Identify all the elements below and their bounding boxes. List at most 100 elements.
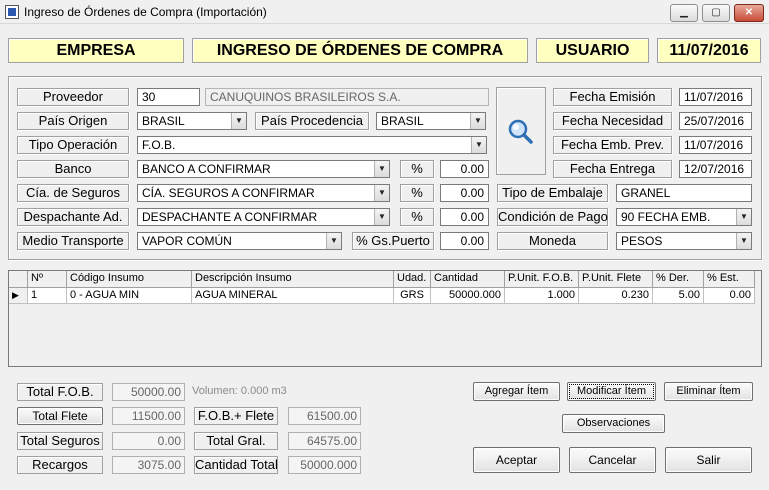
cantidad-total-value: 50000.000 bbox=[288, 456, 361, 474]
chevron-down-icon[interactable]: ▼ bbox=[374, 209, 389, 225]
modificar-item-label: Modificar Ítem bbox=[569, 384, 654, 399]
page-title: INGRESO DE ÓRDENES DE COMPRA bbox=[192, 38, 528, 63]
tipo-embalaje-label: Tipo de Embalaje bbox=[497, 184, 608, 202]
fecha-necesidad-label: Fecha Necesidad bbox=[553, 112, 672, 130]
title-bar: Ingreso de Órdenes de Compra (Importació… bbox=[0, 0, 769, 24]
empresa-banner: EMPRESA bbox=[8, 38, 184, 63]
grid-header-est[interactable]: % Est. bbox=[704, 271, 755, 288]
despachante-value: DESPACHANTE A CONFIRMAR bbox=[142, 210, 318, 224]
proveedor-code-input[interactable]: 30 bbox=[137, 88, 200, 106]
grid-header-indicator bbox=[9, 271, 28, 288]
tipo-embalaje-input[interactable]: GRANEL bbox=[616, 184, 752, 202]
condicion-pago-select[interactable]: 90 FECHA EMB. ▼ bbox=[616, 208, 752, 226]
salir-button[interactable]: Salir bbox=[665, 447, 752, 473]
medio-transporte-label: Medio Transporte bbox=[17, 232, 129, 250]
aceptar-button[interactable]: Aceptar bbox=[473, 447, 560, 473]
fecha-entrega-input[interactable]: 12/07/2016 bbox=[679, 160, 752, 178]
total-gral-label: Total Gral. bbox=[194, 432, 278, 450]
banco-pct-input[interactable]: 0.00 bbox=[440, 160, 489, 178]
banco-value: BANCO A CONFIRMAR bbox=[142, 162, 271, 176]
table-cell[interactable]: AGUA MINERAL bbox=[192, 288, 394, 304]
despachante-select[interactable]: DESPACHANTE A CONFIRMAR ▼ bbox=[137, 208, 390, 226]
moneda-value: PESOS bbox=[621, 234, 663, 248]
grid-header-udad[interactable]: Udad. bbox=[394, 271, 431, 288]
table-cell[interactable]: 5.00 bbox=[653, 288, 704, 304]
tipo-operacion-select[interactable]: F.O.B. ▼ bbox=[137, 136, 487, 154]
seguros-pct-input[interactable]: 0.00 bbox=[440, 184, 489, 202]
total-flete-button[interactable]: Total Flete bbox=[17, 407, 103, 425]
grid-header-codigo[interactable]: Código Insumo bbox=[67, 271, 192, 288]
table-cell[interactable]: 50000.000 bbox=[431, 288, 505, 304]
table-cell[interactable]: 1.000 bbox=[505, 288, 579, 304]
grid-header-der[interactable]: % Der. bbox=[653, 271, 704, 288]
pais-procedencia-select[interactable]: BRASIL ▼ bbox=[376, 112, 486, 130]
fecha-entrega-label: Fecha Entrega bbox=[553, 160, 672, 178]
chevron-down-icon[interactable]: ▼ bbox=[374, 161, 389, 177]
search-proveedor-button[interactable] bbox=[496, 87, 546, 175]
chevron-down-icon[interactable]: ▼ bbox=[470, 113, 485, 129]
recargos-value: 3075.00 bbox=[112, 456, 185, 474]
tipo-operacion-value: F.O.B. bbox=[142, 138, 176, 152]
banco-label: Banco bbox=[17, 160, 129, 178]
minimize-button[interactable]: ▁ bbox=[670, 4, 698, 22]
chevron-down-icon[interactable]: ▼ bbox=[231, 113, 246, 129]
seguros-select[interactable]: CÍA. SEGUROS A CONFIRMAR ▼ bbox=[137, 184, 390, 202]
cantidad-total-label: Cantidad Total bbox=[194, 456, 278, 474]
table-cell[interactable]: 0.230 bbox=[579, 288, 653, 304]
grid-header-num[interactable]: Nº bbox=[28, 271, 67, 288]
fob-flete-label: F.O.B.+ Flete bbox=[194, 407, 278, 425]
pais-origen-select[interactable]: BRASIL ▼ bbox=[137, 112, 247, 130]
total-seguros-label: Total Seguros bbox=[17, 432, 103, 450]
table-cell[interactable]: GRS bbox=[394, 288, 431, 304]
close-button[interactable]: ✕ bbox=[734, 4, 764, 22]
condicion-pago-label: Condición de Pago bbox=[497, 208, 608, 226]
header-date: 11/07/2016 bbox=[657, 38, 761, 63]
volumen-text: Volumen: 0.000 m3 bbox=[192, 385, 287, 397]
banco-select[interactable]: BANCO A CONFIRMAR ▼ bbox=[137, 160, 390, 178]
moneda-select[interactable]: PESOS ▼ bbox=[616, 232, 752, 250]
pais-origen-value: BRASIL bbox=[142, 114, 185, 128]
chevron-down-icon[interactable]: ▼ bbox=[374, 185, 389, 201]
despachante-pct-input[interactable]: 0.00 bbox=[440, 208, 489, 226]
chevron-down-icon[interactable]: ▼ bbox=[326, 233, 341, 249]
gs-puerto-input[interactable]: 0.00 bbox=[440, 232, 489, 250]
usuario-banner: USUARIO bbox=[536, 38, 649, 63]
seguros-label: Cía. de Seguros bbox=[17, 184, 129, 202]
medio-transporte-select[interactable]: VAPOR COMÚN ▼ bbox=[137, 232, 342, 250]
total-fob-value: 50000.00 bbox=[112, 383, 185, 401]
gs-puerto-label: % Gs.Puerto bbox=[352, 232, 434, 250]
observaciones-button[interactable]: Observaciones bbox=[562, 414, 665, 433]
items-grid[interactable]: Nº Código Insumo Descripción Insumo Udad… bbox=[8, 270, 762, 367]
total-seguros-value: 0.00 bbox=[112, 432, 185, 450]
seguros-pct-label: % bbox=[400, 184, 434, 202]
tipo-operacion-label: Tipo Operación bbox=[17, 136, 129, 154]
table-cell[interactable]: 0.00 bbox=[704, 288, 755, 304]
fecha-necesidad-input[interactable]: 25/07/2016 bbox=[679, 112, 752, 130]
app-icon bbox=[5, 5, 19, 19]
grid-header-cantidad[interactable]: Cantidad bbox=[431, 271, 505, 288]
agregar-item-button[interactable]: Agregar Ítem bbox=[473, 382, 560, 401]
proveedor-name-field: CANUQUINOS BRASILEIROS S.A. bbox=[205, 88, 489, 106]
table-cell[interactable]: 0 - AGUA MIN bbox=[67, 288, 192, 304]
chevron-down-icon[interactable]: ▼ bbox=[736, 233, 751, 249]
grid-header-punit-flete[interactable]: P.Unit. Flete bbox=[579, 271, 653, 288]
table-cell[interactable]: 1 bbox=[28, 288, 67, 304]
fecha-emb-input[interactable]: 11/07/2016 bbox=[679, 136, 752, 154]
moneda-label: Moneda bbox=[497, 232, 608, 250]
row-indicator[interactable]: ▶ bbox=[9, 288, 28, 304]
grid-header-descripcion[interactable]: Descripción Insumo bbox=[192, 271, 394, 288]
grid-header-punit-fob[interactable]: P.Unit. F.O.B. bbox=[505, 271, 579, 288]
cancelar-button[interactable]: Cancelar bbox=[569, 447, 656, 473]
chevron-down-icon[interactable]: ▼ bbox=[736, 209, 751, 225]
eliminar-item-button[interactable]: Eliminar Ítem bbox=[664, 382, 753, 401]
pais-origen-label: País Origen bbox=[17, 112, 129, 130]
despachante-label: Despachante Ad. bbox=[17, 208, 129, 226]
maximize-button[interactable]: ▢ bbox=[702, 4, 730, 22]
total-flete-value: 11500.00 bbox=[112, 407, 185, 425]
main-window: Ingreso de Órdenes de Compra (Importació… bbox=[0, 0, 769, 490]
chevron-down-icon[interactable]: ▼ bbox=[471, 137, 486, 153]
fecha-emision-input[interactable]: 11/07/2016 bbox=[679, 88, 752, 106]
modificar-item-button[interactable]: Modificar Ítem bbox=[567, 382, 656, 401]
window-title: Ingreso de Órdenes de Compra (Importació… bbox=[24, 5, 267, 19]
total-fob-label: Total F.O.B. bbox=[17, 383, 103, 401]
